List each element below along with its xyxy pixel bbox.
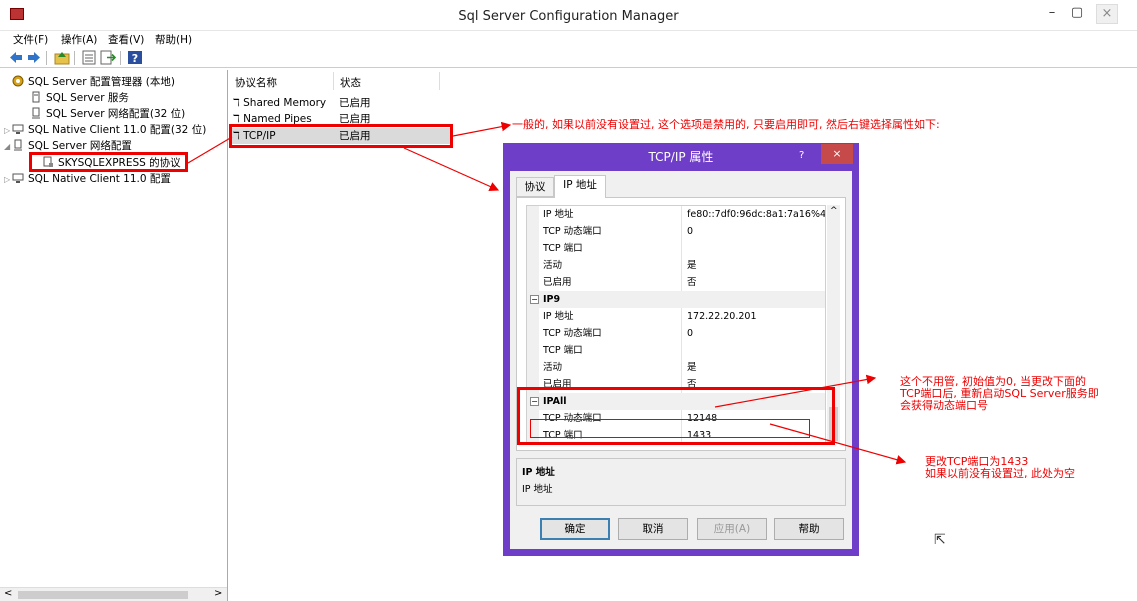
dialog-body: 协议 IP 地址 IP 地址 fe80::7df0:96dc:8a1:7a16%4… [510, 171, 852, 549]
column-status[interactable]: 状态 [340, 75, 361, 90]
dialog-help-button[interactable]: ? [799, 150, 804, 161]
apply-button[interactable]: 应用(A) [697, 518, 767, 540]
tree-item-native-client[interactable]: ▷ SQL Native Client 11.0 配置 [4, 171, 171, 187]
tcpip-properties-dialog: TCP/IP 属性 ? × 协议 IP 地址 IP 地址 fe80::7df0:9… [503, 143, 859, 556]
grid-row[interactable]: 活动是 [527, 359, 825, 376]
tree-item-native-client-32[interactable]: ▷ SQL Native Client 11.0 配置(32 位) [4, 122, 206, 138]
grid-category-ip9[interactable]: − IP9 [527, 291, 825, 308]
config-manager-icon [12, 75, 24, 87]
tree-item-label: SQL Server 网络配置 [28, 140, 132, 152]
minimize-button[interactable]: – [1041, 4, 1063, 24]
tree-item-network-config-32[interactable]: SQL Server 网络配置(32 位) [30, 106, 185, 122]
description-title: IP 地址 [522, 467, 555, 478]
expand-arrow-icon[interactable]: ▷ [4, 123, 12, 139]
protocol-icon: ℸ [233, 97, 240, 109]
menu-bar: 文件(F) 操作(A) 查看(V) 帮助(H) [0, 31, 1137, 48]
tree-root-label: SQL Server 配置管理器 (本地) [28, 76, 175, 88]
mouse-cursor-icon: ⇱ [934, 532, 946, 548]
service-icon [32, 91, 40, 103]
grid-row[interactable]: TCP 端口 [527, 240, 825, 257]
export-icon[interactable] [100, 50, 116, 65]
grid-row[interactable]: TCP 动态端口 0 [527, 325, 825, 342]
scroll-thumb[interactable] [18, 591, 188, 599]
cancel-button[interactable]: 取消 [618, 518, 688, 540]
tree-root[interactable]: SQL Server 配置管理器 (本地) [12, 74, 175, 90]
menu-help[interactable]: 帮助(H) [155, 32, 192, 47]
title-bar: Sql Server Configuration Manager – ▢ × [0, 0, 1137, 31]
list-row-shared-memory[interactable]: ℸ Shared Memory 已启用 [231, 95, 451, 111]
description-panel: IP 地址 IP 地址 [516, 458, 846, 506]
grid-row[interactable]: 已启用否 [527, 274, 825, 291]
scroll-up-icon[interactable]: ^ [830, 206, 838, 216]
help-button[interactable]: 帮助 [774, 518, 844, 540]
protocol-status: 已启用 [339, 97, 371, 109]
back-icon[interactable] [8, 50, 24, 65]
grid-row[interactable]: TCP 动态端口 0 [527, 223, 825, 240]
toolbar: ? [0, 48, 1137, 68]
grid-row[interactable]: 活动是 [527, 257, 825, 274]
expand-arrow-icon[interactable]: ▷ [4, 172, 12, 188]
annotation-note-tcp-port: 更改TCP端口为1433 如果以前没有设置过, 此处为空 [925, 455, 1075, 480]
scroll-right-icon[interactable]: > [214, 588, 222, 599]
tab-ip-address[interactable]: IP 地址 [554, 175, 606, 198]
tree-item-label: SQL Native Client 11.0 配置(32 位) [28, 124, 207, 136]
annotation-note-enable: 一般的, 如果以前没有设置过, 这个选项是禁用的, 只要启用即可, 然后右键选择… [512, 118, 940, 131]
tab-protocol[interactable]: 协议 [516, 177, 554, 197]
highlight-tcp-ip-row [229, 124, 453, 148]
client-icon [12, 124, 24, 134]
menu-view[interactable]: 查看(V) [108, 32, 144, 47]
tree-item-sql-services[interactable]: SQL Server 服务 [30, 90, 129, 106]
highlight-protocols-node [29, 152, 188, 172]
tree-item-label: SQL Server 网络配置(32 位) [46, 108, 186, 120]
client-icon [12, 173, 24, 183]
tree-horizontal-scrollbar[interactable]: < > [0, 587, 227, 601]
svg-text:?: ? [132, 52, 138, 65]
grid-row[interactable]: IP 地址 172.22.20.201 [527, 308, 825, 325]
tree-item-label: SQL Server 服务 [46, 92, 129, 104]
up-folder-icon[interactable] [54, 50, 70, 65]
description-text: IP 地址 [522, 484, 553, 495]
forward-icon[interactable] [26, 50, 42, 65]
scroll-left-icon[interactable]: < [4, 588, 12, 599]
menu-action[interactable]: 操作(A) [61, 32, 97, 47]
ok-button[interactable]: 确定 [540, 518, 610, 540]
restore-button[interactable]: ▢ [1066, 4, 1088, 24]
tree-pane: SQL Server 配置管理器 (本地) SQL Server 服务 SQL … [0, 70, 228, 601]
collapse-arrow-icon[interactable]: ◢ [4, 139, 12, 155]
window-title: Sql Server Configuration Manager [458, 9, 679, 24]
properties-icon[interactable] [81, 50, 97, 65]
dialog-title: TCP/IP 属性 [648, 150, 714, 164]
highlight-tcp-port-row [530, 419, 810, 438]
grid-row[interactable]: TCP 端口 [527, 342, 825, 359]
column-protocol-name[interactable]: 协议名称 [235, 75, 277, 90]
protocol-name: Shared Memory [243, 97, 327, 109]
network-config-icon [32, 107, 40, 119]
menu-file[interactable]: 文件(F) [13, 32, 48, 47]
annotation-note-dynamic-port: 这个不用管, 初始值为0, 当更改下面的 TCP端口后, 重新启动SQL Ser… [900, 375, 1099, 412]
tree-item-label: SQL Native Client 11.0 配置 [28, 173, 171, 185]
dialog-close-button[interactable]: × [821, 144, 853, 164]
grid-row[interactable]: IP 地址 fe80::7df0:96dc:8a1:7a16%4 [527, 206, 825, 223]
close-button[interactable]: × [1096, 4, 1118, 24]
help-icon[interactable]: ? [127, 50, 143, 65]
network-config-icon [14, 139, 22, 151]
